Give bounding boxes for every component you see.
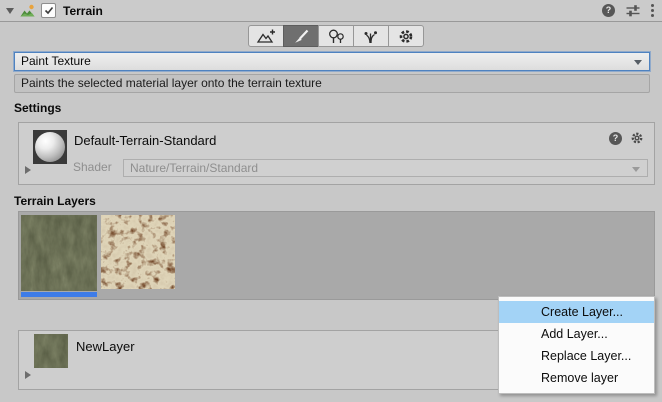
tool-terrain-settings[interactable] (388, 25, 424, 47)
shader-label: Shader (73, 160, 112, 174)
tool-paint-details[interactable] (353, 25, 389, 47)
presets-icon[interactable] (626, 4, 640, 17)
help-icon[interactable]: ? (602, 4, 615, 17)
material-foldout-icon[interactable] (25, 166, 31, 174)
material-preview (33, 130, 67, 164)
terrain-layers-area[interactable] (18, 211, 655, 300)
layers-context-menu: Create Layer... Add Layer... Replace Lay… (498, 296, 655, 394)
selected-layer-indicator (21, 292, 97, 297)
material-name: Default-Terrain-Standard (74, 133, 216, 148)
paint-tool-dropdown-value: Paint Texture (21, 54, 91, 68)
component-foldout-icon[interactable] (6, 8, 14, 14)
material-gear-icon[interactable] (630, 131, 644, 145)
terrain-component-icon (20, 4, 36, 18)
paintbrush-icon (291, 28, 311, 45)
tool-description-text: Paints the selected material layer onto … (21, 76, 322, 90)
layer-foldout-icon[interactable] (25, 371, 31, 379)
gear-icon (396, 28, 416, 45)
trees-icon (326, 28, 346, 45)
tool-paint-trees[interactable] (318, 25, 354, 47)
menu-item-create-layer[interactable]: Create Layer... (499, 301, 654, 323)
terrain-layer-grass[interactable] (21, 215, 97, 297)
tool-description-helpbox: Paints the selected material layer onto … (14, 74, 650, 93)
chevron-down-icon (632, 167, 640, 172)
mountain-plus-icon (255, 28, 277, 45)
menu-item-add-layer[interactable]: Add Layer... (499, 323, 654, 345)
shader-dropdown-value: Nature/Terrain/Standard (130, 161, 258, 175)
paint-tool-dropdown[interactable]: Paint Texture (14, 52, 650, 71)
terrain-layer-rock[interactable] (101, 215, 175, 289)
component-header: Terrain ? (0, 0, 662, 22)
material-box: Default-Terrain-Standard ? Shader Nature… (18, 122, 655, 185)
kebab-menu-icon[interactable] (651, 4, 654, 17)
terrain-inspector-panel: Terrain ? (0, 0, 662, 402)
component-title: Terrain (63, 4, 103, 18)
menu-item-replace-layer[interactable]: Replace Layer... (499, 345, 654, 367)
settings-section-label: Settings (14, 101, 61, 115)
layer-thumbnail[interactable] (34, 334, 68, 373)
tool-create-neighbor-terrains[interactable] (248, 25, 284, 47)
terrain-tool-toolbar (248, 25, 424, 47)
component-enabled-checkbox[interactable] (41, 3, 56, 18)
menu-item-remove-layer[interactable]: Remove layer (499, 367, 654, 389)
material-help-icon[interactable]: ? (609, 132, 622, 145)
shader-dropdown: Nature/Terrain/Standard (123, 159, 648, 177)
tool-paint-terrain[interactable] (283, 25, 319, 47)
material-sphere-icon (35, 132, 65, 162)
terrain-layers-section-label: Terrain Layers (14, 194, 96, 208)
grass-details-icon (361, 28, 381, 45)
checkbox-check-icon (44, 6, 54, 15)
chevron-down-icon (634, 60, 642, 65)
layer-name: NewLayer (76, 339, 135, 354)
